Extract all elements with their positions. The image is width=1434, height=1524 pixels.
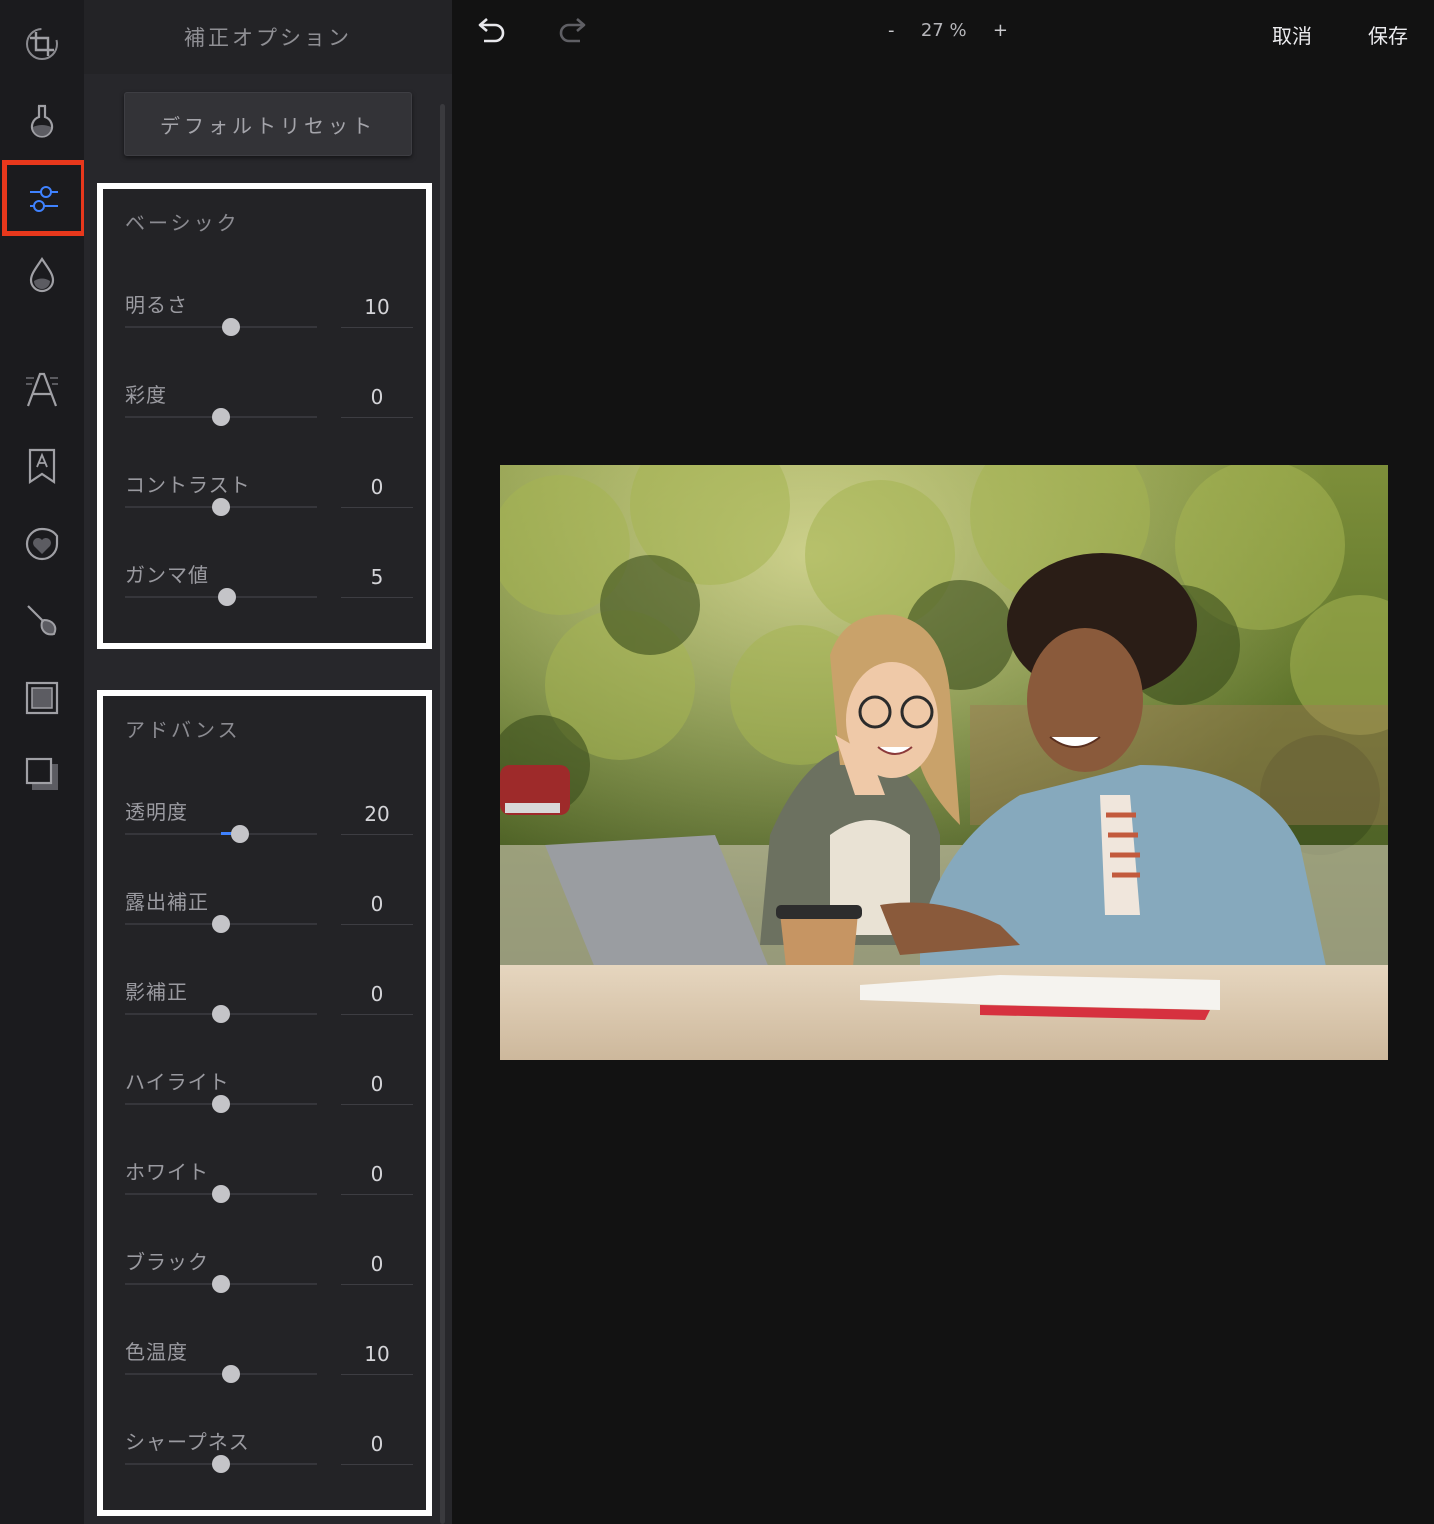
save-button[interactable]: 保存 xyxy=(1368,20,1408,49)
redo-button[interactable] xyxy=(552,10,592,50)
shadow-square-icon xyxy=(25,757,58,790)
adjust-label: 明るさ xyxy=(125,293,188,317)
zoom-level: 27 % xyxy=(920,20,967,41)
top-bar: - 27 % + 取消 保存 xyxy=(452,0,1434,70)
adjust-value-input[interactable]: 0 xyxy=(341,979,413,1015)
slider-thumb[interactable] xyxy=(212,1005,230,1023)
adjust-row: 露出補正 0 xyxy=(125,886,415,976)
undo-icon xyxy=(478,18,505,43)
slider-thumb[interactable] xyxy=(212,498,230,516)
photo-image xyxy=(500,465,1388,1060)
slider-thumb[interactable] xyxy=(231,825,250,843)
adjust-value-input[interactable]: 0 xyxy=(341,472,413,508)
redo-icon xyxy=(559,18,586,43)
slider-thumb[interactable] xyxy=(212,915,230,933)
slider-thumb[interactable] xyxy=(221,1365,240,1383)
zoom-control: - 27 % + xyxy=(888,20,1008,41)
adjust-label: ハイライト xyxy=(125,1070,230,1094)
adjust-row: 影補正 0 xyxy=(125,976,415,1066)
text-tool[interactable] xyxy=(0,352,84,428)
frame-icon xyxy=(25,681,59,715)
adjust-value-input[interactable]: 20 xyxy=(341,799,413,835)
adjust-row: 色温度 10 xyxy=(125,1336,415,1426)
slider-thumb[interactable] xyxy=(212,1095,230,1113)
zoom-out-button[interactable]: - xyxy=(888,20,895,41)
adjustment-panel: 補正オプション デフォルトリセット ベーシック 明るさ 10 彩度 0 コントラスト 0 ガ… xyxy=(84,0,452,1524)
sticker-tag-icon xyxy=(28,448,56,485)
undo-button[interactable] xyxy=(472,10,512,50)
text-icon xyxy=(26,372,58,407)
adjust-label: 色温度 xyxy=(125,1340,188,1364)
brush-tool[interactable] xyxy=(0,582,84,658)
adjust-label: 彩度 xyxy=(125,383,167,407)
color-tool[interactable] xyxy=(0,236,84,312)
color-drop-icon xyxy=(29,257,55,293)
photo-canvas[interactable] xyxy=(500,465,1388,1060)
adjust-label: 影補正 xyxy=(125,980,188,1004)
frame-tool[interactable] xyxy=(0,660,84,736)
adjust-value-input[interactable]: 0 xyxy=(341,382,413,418)
section-title: ベーシック xyxy=(125,211,240,235)
adjust-sliders-icon xyxy=(30,186,58,212)
crop-tool[interactable] xyxy=(0,6,84,82)
cancel-button[interactable]: 取消 xyxy=(1272,20,1312,49)
brush-icon xyxy=(27,605,57,636)
tool-rail xyxy=(0,0,86,1524)
adjust-label: ホワイト xyxy=(125,1160,209,1184)
section-title: アドバンス xyxy=(125,718,241,742)
adjust-label: ガンマ値 xyxy=(125,563,209,587)
adjust-row: ブラック 0 xyxy=(125,1246,415,1336)
adjust-row: コントラスト 0 xyxy=(125,469,415,559)
adjust-row: 明るさ 10 xyxy=(125,289,415,379)
adjust-value-input[interactable]: 0 xyxy=(341,1249,413,1285)
slider-thumb[interactable] xyxy=(221,318,240,336)
adjust-row: シャープネス 0 xyxy=(125,1426,415,1516)
panel-title: 補正オプション xyxy=(84,0,452,74)
adjust-label: 露出補正 xyxy=(125,890,209,914)
adjust-row: 彩度 0 xyxy=(125,379,415,469)
filter-icon xyxy=(30,104,54,138)
adjust-row: ガンマ値 5 xyxy=(125,559,415,649)
heart-sticker-tool[interactable] xyxy=(0,506,84,582)
slider-thumb[interactable] xyxy=(212,1275,230,1293)
advanced-section: アドバンス 透明度 20 露出補正 0 影補正 0 ハイライト 0 ホワイト 0 ブラック 0 色温度 1… xyxy=(97,690,432,1516)
adjust-value-input[interactable]: 0 xyxy=(341,1069,413,1105)
adjust-value-input[interactable]: 10 xyxy=(341,1339,413,1375)
adjust-value-input[interactable]: 0 xyxy=(341,889,413,925)
panel-scrollbar[interactable] xyxy=(440,104,445,1524)
sticker-tag-tool[interactable] xyxy=(0,428,84,504)
zoom-in-button[interactable]: + xyxy=(993,20,1008,41)
slider-thumb[interactable] xyxy=(212,1185,230,1203)
photo-editor: 補正オプション デフォルトリセット ベーシック 明るさ 10 彩度 0 コントラスト 0 ガ… xyxy=(0,0,1434,1524)
adjust-label: シャープネス xyxy=(125,1430,250,1454)
shadow-tool[interactable] xyxy=(0,736,84,812)
adjust-value-input[interactable]: 10 xyxy=(341,292,413,328)
slider-thumb[interactable] xyxy=(212,408,230,426)
adjust-label: 透明度 xyxy=(125,800,188,824)
adjust-row: ハイライト 0 xyxy=(125,1066,415,1156)
adjust-label: コントラスト xyxy=(125,473,251,497)
reset-default-button[interactable]: デフォルトリセット xyxy=(124,92,412,156)
crop-icon xyxy=(26,28,58,60)
adjust-label: ブラック xyxy=(125,1250,209,1274)
adjust-value-input[interactable]: 5 xyxy=(341,562,413,598)
basic-section: ベーシック 明るさ 10 彩度 0 コントラスト 0 ガンマ値 5 xyxy=(97,183,432,649)
heart-sticker-icon xyxy=(25,527,59,561)
adjust-tool[interactable] xyxy=(2,160,86,236)
slider-thumb[interactable] xyxy=(212,1455,230,1473)
filter-tool[interactable] xyxy=(0,82,84,158)
slider-thumb[interactable] xyxy=(217,588,236,606)
adjust-row: 透明度 20 xyxy=(125,796,415,886)
adjust-value-input[interactable]: 0 xyxy=(341,1159,413,1195)
adjust-row: ホワイト 0 xyxy=(125,1156,415,1246)
adjust-value-input[interactable]: 0 xyxy=(341,1429,413,1465)
